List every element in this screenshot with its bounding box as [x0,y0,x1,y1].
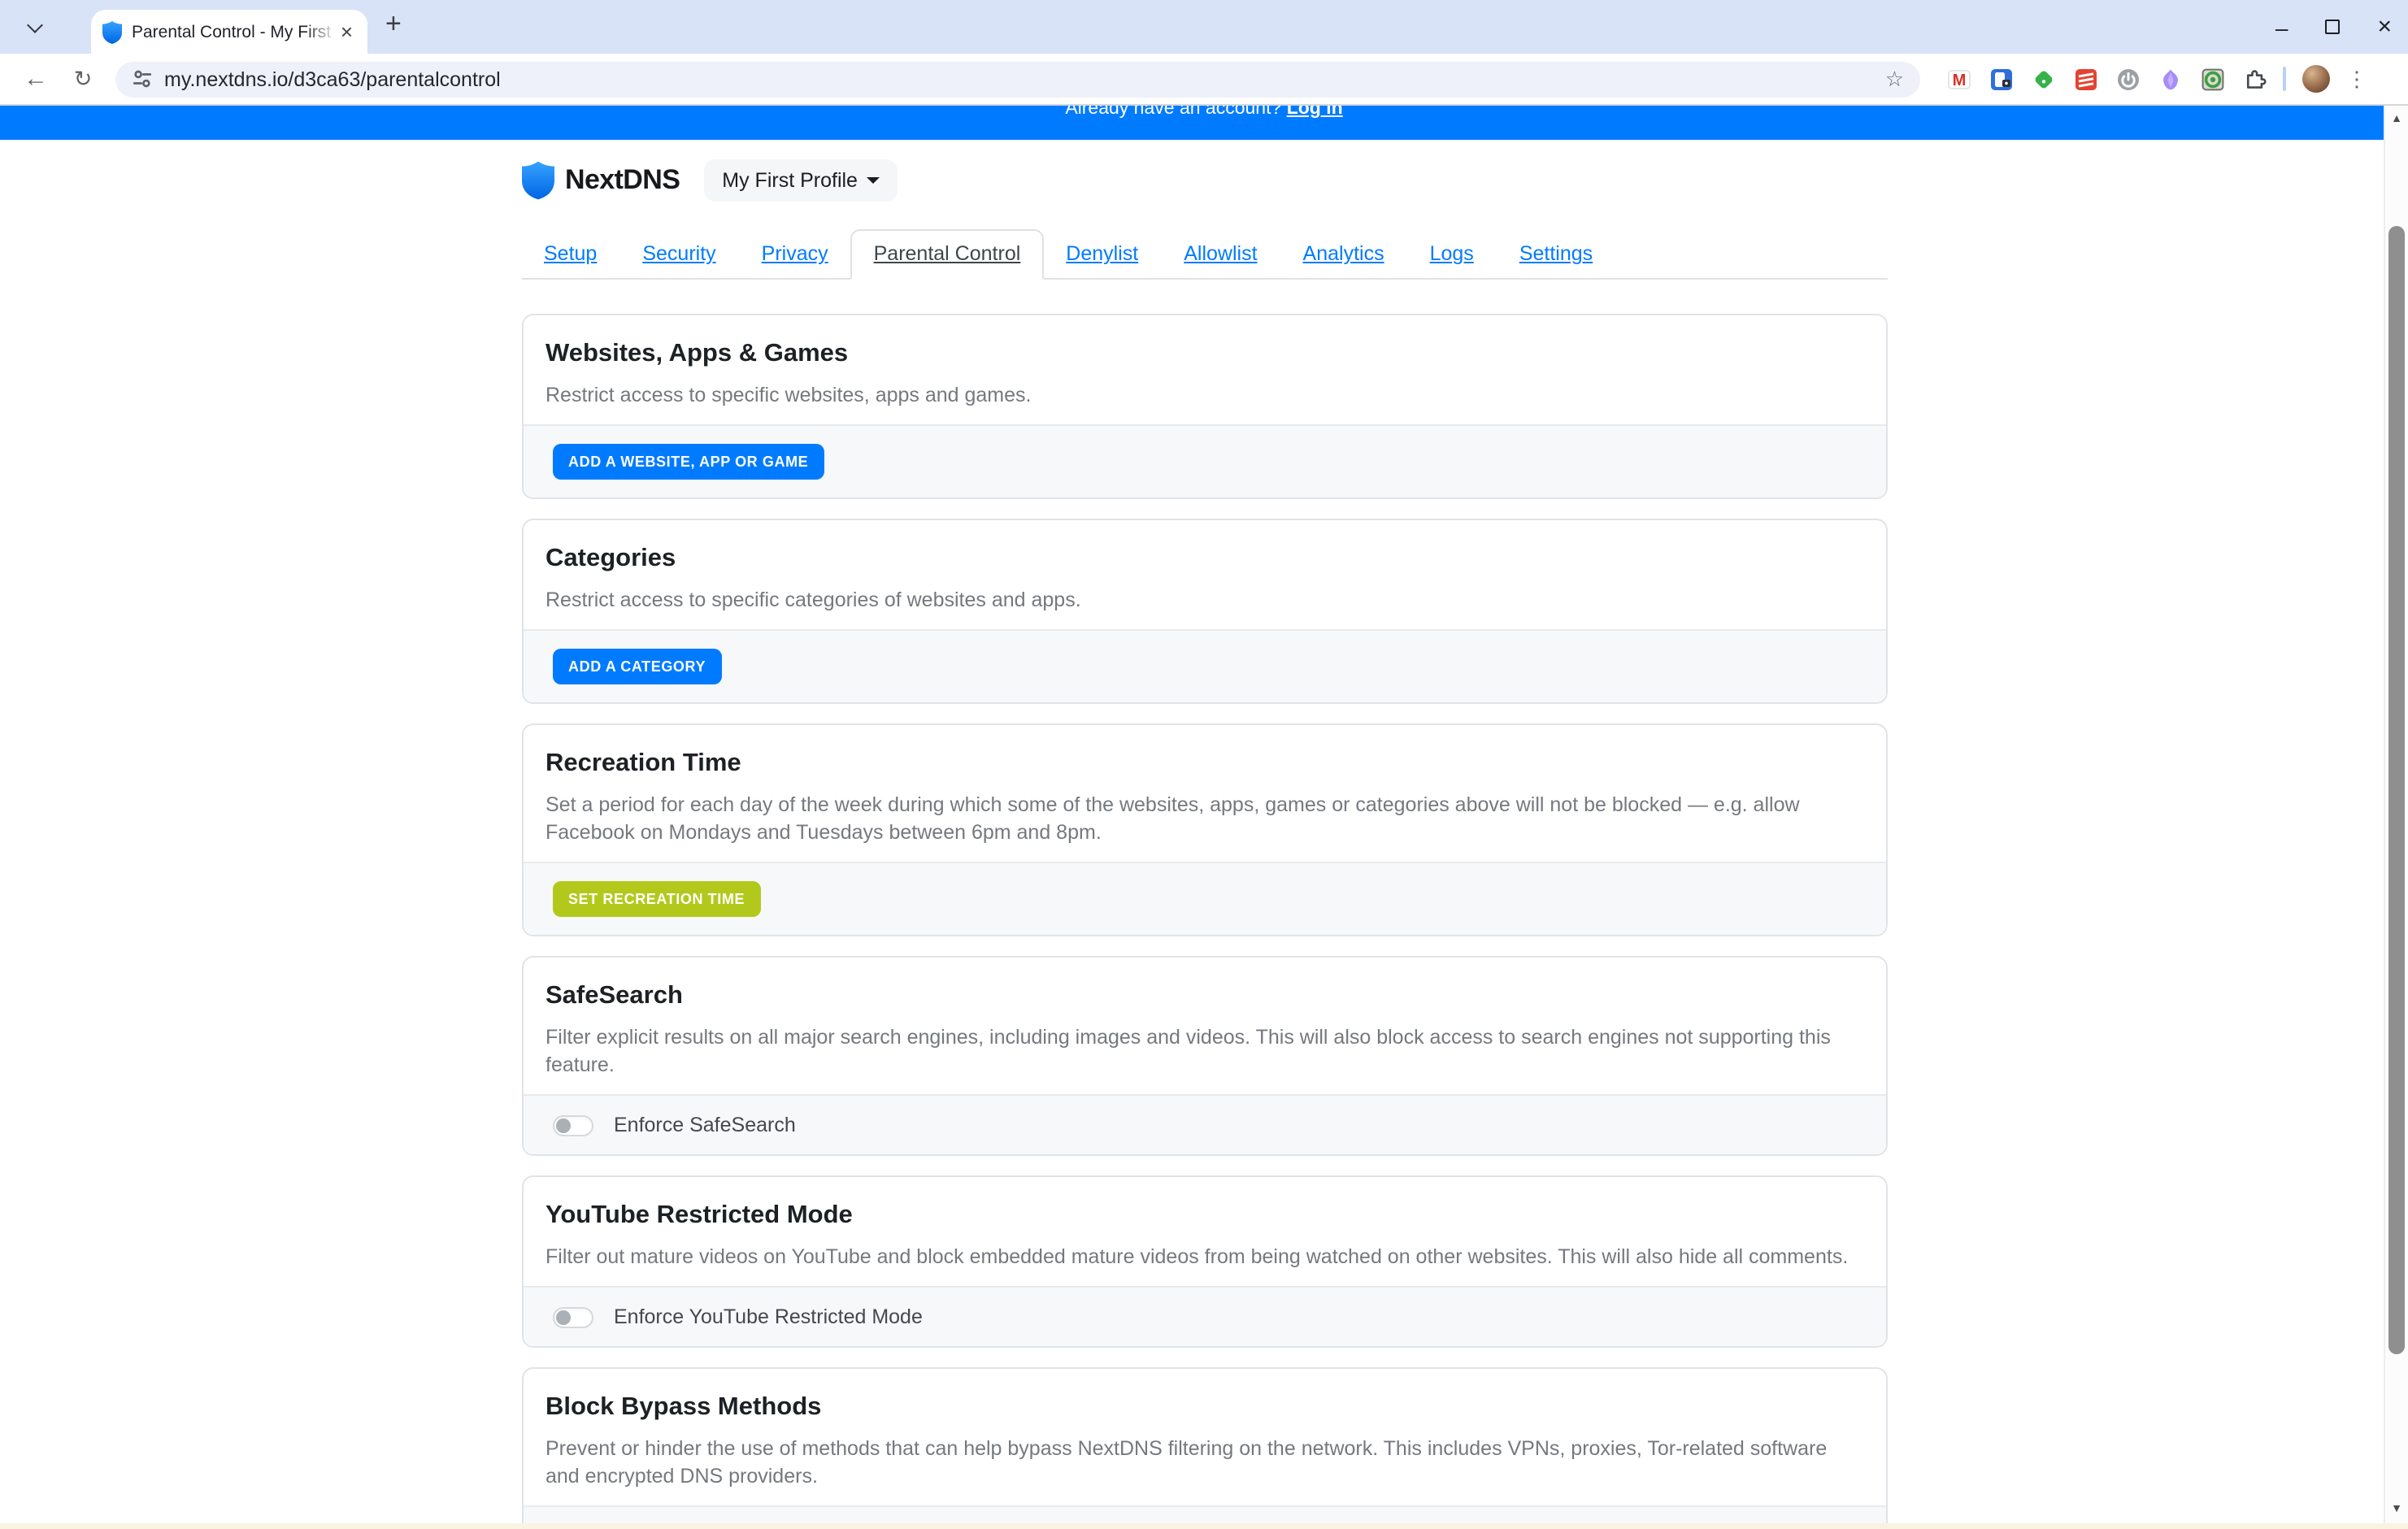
toolbar-divider [2283,67,2286,91]
tab-setup[interactable]: Setup [521,229,619,278]
extensions-row: M [1948,67,2267,90]
svg-text:M: M [1953,71,1967,89]
tab-logs[interactable]: Logs [1407,229,1497,278]
site-settings-tune-icon[interactable] [132,68,153,89]
browser-window: Parental Control - My First Profi × + – … [0,0,2408,1529]
caret-down-icon [867,177,880,184]
set-recreation-time-button[interactable]: SET RECREATION TIME [552,881,762,917]
todoist-extension-icon[interactable] [2075,67,2097,90]
chrome-menu-icon[interactable]: ⋮ [2346,66,2367,92]
scrollbar-thumb[interactable] [2388,226,2405,1354]
scroll-up-icon[interactable]: ▲ [2385,114,2408,125]
address-bar[interactable]: my.nextdns.io/d3ca63/parentalcontrol ☆ [115,61,1920,97]
section-title: Recreation Time [545,749,741,777]
section-title: YouTube Restricted Mode [545,1201,853,1229]
tab-allowlist[interactable]: Allowlist [1161,229,1280,278]
tab-security[interactable]: Security [619,229,738,278]
main-nav: Setup Security Privacy Parental Control … [521,229,1887,280]
url-text[interactable]: my.nextdns.io/d3ca63/parentalcontrol [164,67,501,90]
section-title: Block Bypass Methods [545,1393,822,1421]
section-description: Restrict access to specific websites, ap… [545,384,1032,406]
back-button[interactable]: ← [20,65,52,93]
profile-avatar[interactable] [2302,65,2330,93]
toggle-label: Enforce YouTube Restricted Mode [614,1305,923,1328]
section-description: Filter out mature videos on YouTube and … [545,1245,1849,1268]
add-category-button[interactable]: ADD A CATEGORY [552,649,723,684]
maximize-button[interactable] [2325,20,2341,34]
scroll-down-icon[interactable]: ▼ [2385,1503,2408,1514]
power-extension-icon[interactable] [2117,67,2140,90]
screen-recorder-extension-icon[interactable] [2202,67,2224,90]
gmail-extension-icon[interactable]: M [1948,67,1971,90]
password-manager-extension-icon[interactable] [1990,67,2013,90]
extensions-puzzle-icon[interactable] [2244,67,2267,90]
section-title: SafeSearch [545,982,683,1010]
banner-text: Already have an account? [1065,106,1282,119]
crystal-extension-icon[interactable] [2159,67,2182,90]
page-content: Already have an account? Log in NextDNS … [0,106,2408,1529]
window-close-button[interactable]: × [2377,13,2392,41]
section-youtube-restricted-mode: YouTube Restricted Mode Filter out matur… [521,1175,1887,1348]
section-safesearch: SafeSearch Filter explicit results on al… [521,956,1887,1156]
brand-name: NextDNS [565,164,680,195]
section-description: Restrict access to specific categories o… [545,589,1081,611]
page-scrollbar[interactable]: ▲ ▼ [2384,106,2408,1522]
toggle-label: Enforce SafeSearch [614,1114,796,1136]
enforce-safesearch-toggle[interactable] [552,1114,593,1136]
enforce-youtube-restricted-toggle[interactable] [552,1306,593,1327]
section-recreation-time: Recreation Time Set a period for each da… [521,723,1887,936]
browser-titlebar: Parental Control - My First Profi × + – … [0,0,2408,54]
section-title: Categories [545,545,676,572]
toggle-knob [555,1310,570,1324]
tab-title: Parental Control - My First Profi [132,22,337,41]
browser-toolbar: ← ↻ my.nextdns.io/d3ca63/parentalcontrol… [0,54,2408,104]
reload-button[interactable]: ↻ [67,66,99,92]
app-header: NextDNS My First Profile [521,156,1887,205]
tab-privacy[interactable]: Privacy [739,229,851,278]
profile-dropdown-label: My First Profile [722,169,858,192]
bottom-notice-strip [0,1522,2408,1529]
section-description: Prevent or hinder the use of methods tha… [545,1437,1828,1488]
tab-close-icon[interactable]: × [337,21,356,42]
tab-parental-control[interactable]: Parental Control [850,229,1044,280]
section-block-bypass-methods: Block Bypass Methods Prevent or hinder t… [521,1367,1887,1529]
tab-settings[interactable]: Settings [1497,229,1615,278]
tab-denylist[interactable]: Denylist [1043,229,1161,278]
nextdns-favicon-shield-icon [102,20,122,43]
tab-analytics[interactable]: Analytics [1280,229,1407,278]
section-description: Set a period for each day of the week du… [545,793,1800,844]
section-title: Websites, Apps & Games [545,340,849,367]
profile-dropdown[interactable]: My First Profile [704,159,898,202]
section-websites-apps-games: Websites, Apps & Games Restrict access t… [521,314,1887,499]
account-banner: Already have an account? Log in [0,106,2408,140]
feedly-extension-icon[interactable] [2032,67,2055,90]
section-description: Filter explicit results on all major sea… [545,1026,1831,1076]
bookmark-star-icon[interactable]: ☆ [1885,66,1904,92]
login-link[interactable]: Log in [1287,106,1343,119]
new-tab-button[interactable]: + [385,8,402,41]
nextdns-logo-shield-icon [521,161,554,200]
tab-search-button[interactable] [20,13,49,42]
chevron-down-icon [26,17,42,33]
add-website-app-game-button[interactable]: ADD A WEBSITE, APP OR GAME [552,444,825,480]
minimize-button[interactable]: – [2275,14,2288,40]
browser-tab[interactable]: Parental Control - My First Profi × [91,10,367,54]
toggle-knob [555,1118,570,1132]
section-categories: Categories Restrict access to specific c… [521,519,1887,704]
